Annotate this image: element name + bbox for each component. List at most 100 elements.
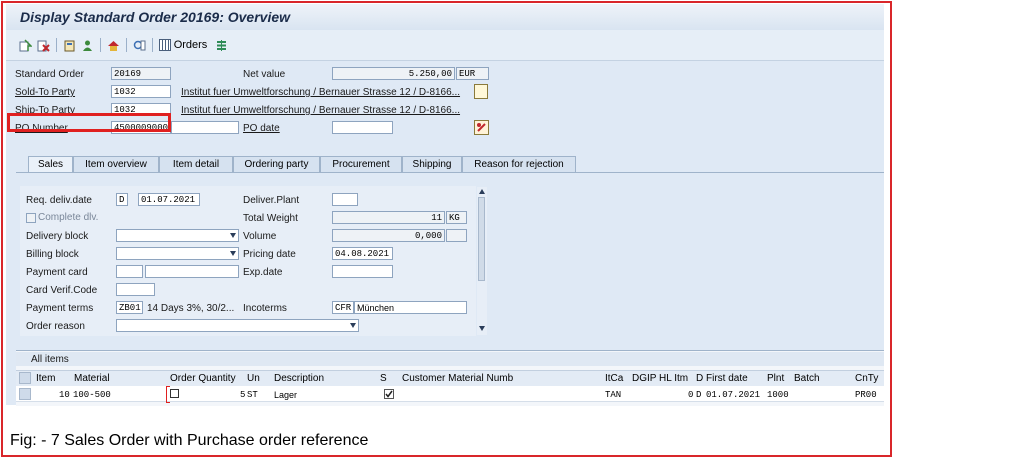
total-weight-field[interactable]: 11 [332, 211, 445, 224]
chevron-down-icon [230, 251, 236, 256]
deliver-plant-label: Deliver.Plant [243, 195, 300, 206]
scroll-up-icon[interactable] [479, 189, 485, 194]
order-reason-dropdown[interactable] [116, 319, 359, 332]
pricing-date-label: Pricing date [243, 249, 296, 260]
cell-description[interactable]: Lager [274, 390, 297, 400]
ship-to-party-address[interactable]: Institut fuer Umweltforschung / Bernauer… [181, 105, 460, 116]
s-checkbox[interactable] [384, 389, 394, 399]
scroll-thumb[interactable] [478, 197, 485, 281]
title-bar: Display Standard Order 20169: Overview [6, 4, 884, 30]
cell-itca[interactable]: TAN [605, 390, 621, 400]
row-selector[interactable] [19, 388, 31, 400]
delivery-block-label: Delivery block [26, 231, 89, 242]
col-customer-material-numb[interactable]: Customer Material Numb [402, 373, 513, 384]
scroll-down-icon[interactable] [479, 326, 485, 331]
change-display-icon[interactable] [18, 37, 32, 53]
weight-unit-field[interactable]: KG [446, 211, 467, 224]
document-icon[interactable] [474, 84, 488, 99]
col-cnty[interactable]: CnTy [855, 373, 878, 384]
col-first-date[interactable]: First date [706, 373, 748, 384]
col-d[interactable]: D [696, 373, 703, 384]
exp-date-field[interactable] [332, 265, 393, 278]
items-table-title-bar [16, 352, 884, 366]
orders-label: Orders [173, 39, 208, 51]
vertical-scrollbar[interactable] [477, 187, 487, 335]
cell-d[interactable]: D [696, 390, 701, 400]
cell-un[interactable]: ST [247, 390, 258, 400]
col-description[interactable]: Description [274, 373, 324, 384]
col-un[interactable]: Un [247, 373, 260, 384]
application-toolbar: Orders [6, 30, 884, 61]
col-batch[interactable]: Batch [794, 373, 820, 384]
billing-block-dropdown[interactable] [116, 247, 239, 260]
billing-block-label: Billing block [26, 249, 79, 260]
header-icon[interactable] [62, 37, 76, 53]
col-s[interactable]: S [380, 373, 387, 384]
po-type-field[interactable] [171, 121, 239, 134]
sold-to-party-address[interactable]: Institut fuer Umweltforschung / Bernauer… [181, 87, 460, 98]
po-date-label[interactable]: PO date [243, 123, 280, 134]
cell-material[interactable]: 100-500 [73, 390, 111, 400]
col-plnt[interactable]: Plnt [767, 373, 784, 384]
req-deliv-date-field[interactable]: 01.07.2021 [138, 193, 200, 206]
order-reason-label: Order reason [26, 321, 85, 332]
net-value-field[interactable]: 5.250,00 [332, 67, 455, 80]
col-dgip[interactable]: DGIP [632, 373, 656, 384]
cell-first-date[interactable]: 01.07.2021 [706, 390, 760, 400]
volume-unit-field[interactable] [446, 229, 467, 242]
incoterms-field[interactable]: CFR [332, 301, 354, 314]
tab-shipping[interactable]: Shipping [402, 156, 462, 173]
complete-dlv-label: Complete dlv. [38, 212, 99, 223]
configure-icon[interactable] [214, 37, 228, 53]
tab-reason-for-rejection[interactable]: Reason for rejection [462, 156, 576, 173]
cell-hl-itm[interactable]: 0 [688, 390, 693, 400]
col-material[interactable]: Material [74, 373, 110, 384]
col-order-quantity[interactable]: Order Quantity [170, 373, 236, 384]
sold-to-party-field[interactable]: 1032 [111, 85, 171, 98]
currency-field[interactable]: EUR [456, 67, 489, 80]
orders-button[interactable]: Orders [158, 37, 208, 53]
pdf-icon[interactable] [474, 120, 489, 135]
cell-item[interactable]: 10 [59, 390, 70, 400]
standard-order-label: Standard Order [15, 69, 84, 80]
payment-card-label: Payment card [26, 267, 88, 278]
tab-item-detail[interactable]: Item detail [159, 156, 233, 173]
pricing-date-field[interactable]: 04.08.2021 [332, 247, 393, 260]
col-itca[interactable]: ItCa [605, 373, 623, 384]
po-date-field[interactable] [332, 121, 393, 134]
tab-sales[interactable]: Sales [28, 156, 73, 173]
cell-plnt[interactable]: 1000 [767, 390, 789, 400]
standard-order-field[interactable]: 20169 [111, 67, 171, 80]
delete-icon[interactable] [36, 37, 50, 53]
req-deliv-date-type-field[interactable]: D [116, 193, 128, 206]
row-selector-header[interactable] [19, 372, 31, 384]
tab-item-overview[interactable]: Item overview [73, 156, 159, 173]
deliver-plant-field[interactable] [332, 193, 358, 206]
col-item[interactable]: Item [36, 373, 55, 384]
home-icon[interactable] [106, 37, 120, 53]
tab-procurement[interactable]: Procurement [320, 156, 402, 173]
payment-card-type-field[interactable] [116, 265, 143, 278]
card-verif-code-field[interactable] [116, 283, 155, 296]
toolbar-separator [152, 38, 153, 52]
tab-ordering-party[interactable]: Ordering party [233, 156, 320, 173]
net-value-label: Net value [243, 69, 286, 80]
col-hl-itm[interactable]: HL Itm [659, 373, 688, 384]
cell-order-quantity[interactable]: 5 [240, 390, 245, 400]
incoterms-place-field[interactable]: München [354, 301, 467, 314]
copy-icon[interactable] [170, 389, 179, 398]
chevron-down-icon [230, 233, 236, 238]
payment-card-field[interactable] [145, 265, 239, 278]
complete-dlv-checkbox[interactable] [26, 213, 36, 223]
display-document-icon[interactable] [132, 37, 146, 53]
req-deliv-date-label: Req. deliv.date [26, 195, 92, 206]
volume-label: Volume [243, 231, 277, 242]
payment-terms-field[interactable]: ZB01 [116, 301, 143, 314]
toolbar-separator [126, 38, 127, 52]
cell-cnty[interactable]: PR00 [855, 390, 877, 400]
person-icon[interactable] [80, 37, 94, 53]
sold-to-party-label[interactable]: Sold-To Party [15, 87, 75, 98]
volume-field[interactable]: 0,000 [332, 229, 445, 242]
delivery-block-dropdown[interactable] [116, 229, 239, 242]
exp-date-label: Exp.date [243, 267, 283, 278]
